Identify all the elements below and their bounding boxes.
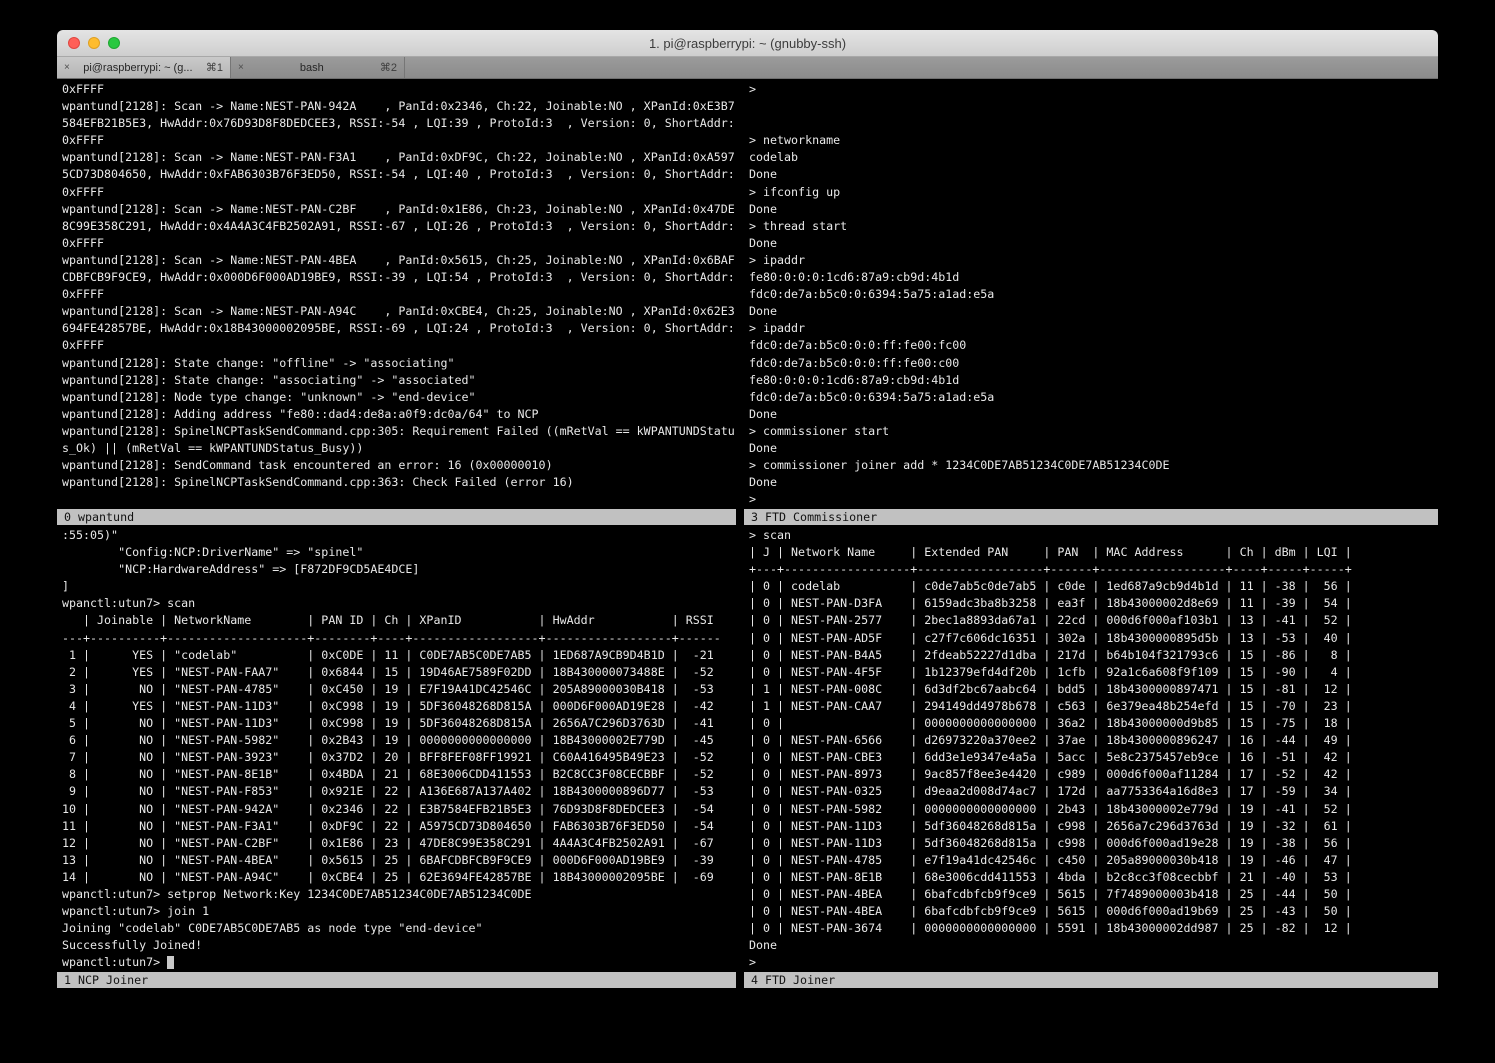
tab-close-icon[interactable]: × — [238, 62, 244, 73]
pane-status-wpantund: 0 wpantund — [57, 509, 736, 525]
close-window-button[interactable] — [68, 37, 80, 49]
pane-ftd-joiner[interactable]: > scan | J | Network Name | Extended PAN… — [744, 525, 1438, 988]
pane-wpantund[interactable]: 0xFFFF wpantund[2128]: Scan -> Name:NEST… — [57, 79, 736, 525]
screen-background: 1. pi@raspberrypi: ~ (gnubby-ssh) × pi@r… — [0, 0, 1495, 1063]
pane-status-ftd-commissioner: 3 FTD Commissioner — [744, 509, 1438, 525]
zoom-window-button[interactable] — [108, 37, 120, 49]
pane-ftd-commissioner[interactable]: > > networkname codelab Done > ifconfig … — [744, 79, 1438, 525]
minimize-window-button[interactable] — [88, 37, 100, 49]
pane-status-ftd-joiner: 4 FTD Joiner — [744, 972, 1438, 988]
tab-label: pi@raspberrypi: ~ (g... — [76, 62, 200, 74]
ftd-commissioner-output: > > networkname codelab Done > ifconfig … — [744, 79, 1438, 508]
wpantund-log-output: 0xFFFF wpantund[2128]: Scan -> Name:NEST… — [57, 79, 736, 491]
pane-ncp-joiner[interactable]: :55:05)" "Config:NCP:DriverName" => "spi… — [57, 525, 736, 988]
ncp-joiner-prompt-line: wpanctl:utun7> — [57, 954, 736, 971]
tab-bar: × pi@raspberrypi: ~ (g... ⌘1 × bash ⌘2 — [57, 57, 1438, 79]
window-title: 1. pi@raspberrypi: ~ (gnubby-ssh) — [649, 36, 846, 51]
tab-shortcut: ⌘2 — [380, 61, 397, 74]
ncp-joiner-prompt: wpanctl:utun7> — [62, 955, 167, 969]
ftd-joiner-output: > scan | J | Network Name | Extended PAN… — [744, 525, 1438, 971]
terminal-content: 0xFFFF wpantund[2128]: Scan -> Name:NEST… — [57, 79, 1438, 1063]
tab-label: bash — [250, 62, 374, 74]
pane-row-bottom: :55:05)" "Config:NCP:DriverName" => "spi… — [57, 525, 1438, 988]
tab-close-icon[interactable]: × — [64, 62, 70, 73]
traffic-lights — [68, 30, 120, 56]
window-titlebar[interactable]: 1. pi@raspberrypi: ~ (gnubby-ssh) — [57, 30, 1438, 57]
pane-row-top: 0xFFFF wpantund[2128]: Scan -> Name:NEST… — [57, 79, 1438, 525]
terminal-window: 1. pi@raspberrypi: ~ (gnubby-ssh) × pi@r… — [57, 30, 1438, 1063]
tab-shortcut: ⌘1 — [206, 61, 223, 74]
terminal-cursor — [167, 956, 174, 969]
pane-status-ncp-joiner: 1 NCP Joiner — [57, 972, 736, 988]
tab-ssh-session[interactable]: × pi@raspberrypi: ~ (g... ⌘1 — [57, 57, 231, 78]
tab-bash[interactable]: × bash ⌘2 — [231, 57, 405, 78]
ncp-joiner-output: :55:05)" "Config:NCP:DriverName" => "spi… — [57, 525, 736, 954]
